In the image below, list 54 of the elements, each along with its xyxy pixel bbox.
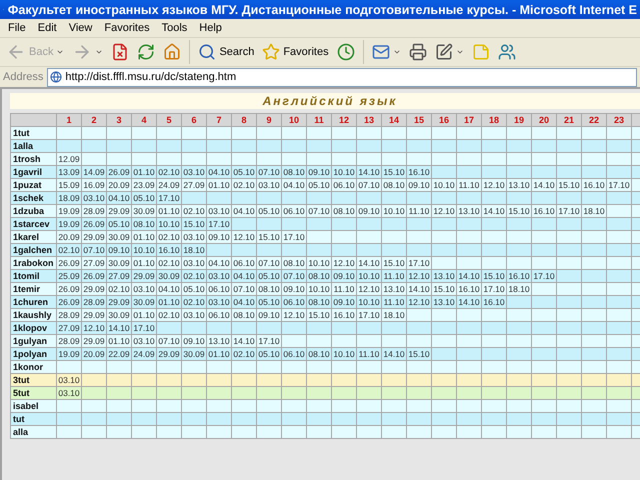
print-button[interactable] xyxy=(406,41,429,63)
mail-icon xyxy=(372,43,390,61)
menu-item[interactable]: Tools xyxy=(156,20,194,36)
column-header: 7 xyxy=(206,114,232,126)
column-header: 4 xyxy=(132,114,156,126)
caret-icon xyxy=(456,48,464,56)
column-header: 17 xyxy=(456,114,482,126)
page-heading: Английский язык xyxy=(10,93,640,109)
print-icon xyxy=(408,43,427,61)
caret-icon xyxy=(392,48,401,56)
messenger-icon xyxy=(498,43,516,61)
notes-icon xyxy=(472,43,490,61)
window-title-text: Факультет иностранных языков МГУ. Дистанционные подготовительные курсы. - Microsoft Internet E xyxy=(8,2,637,16)
favorites-button[interactable]: Favorites xyxy=(260,41,331,63)
column-header: 2 xyxy=(82,114,106,126)
favorites-icon xyxy=(262,43,280,61)
column-header: 21 xyxy=(556,114,582,126)
search-button[interactable]: Search xyxy=(196,41,256,63)
history-icon xyxy=(336,43,355,61)
column-header: 15 xyxy=(406,114,432,126)
column-header: 5 xyxy=(156,114,182,126)
column-header: 3 xyxy=(106,114,132,126)
column-header: 8 xyxy=(232,114,256,126)
column-header: 9 xyxy=(256,114,282,126)
page-icon xyxy=(50,71,62,83)
caret-icon xyxy=(95,48,104,56)
caret-icon xyxy=(56,48,64,56)
column-header: 10 xyxy=(282,114,306,126)
column-header: 18 xyxy=(482,114,506,126)
menu-item[interactable]: Favorites xyxy=(98,20,156,36)
column-header: 22 xyxy=(582,114,606,126)
row-header: alla xyxy=(10,426,56,438)
address-field[interactable]: http://dist.fffl.msu.ru/dc/stateng.htm xyxy=(47,68,637,86)
address-label: Address xyxy=(3,71,44,83)
column-header: 20 xyxy=(532,114,556,126)
menu-item[interactable]: Help xyxy=(193,20,228,36)
edit-icon xyxy=(434,43,453,61)
menu-item[interactable]: File xyxy=(2,20,32,36)
search-icon xyxy=(198,43,216,61)
column-header: 11 xyxy=(306,114,332,126)
column-header: 1 xyxy=(56,114,82,126)
column-header: 13 xyxy=(356,114,382,126)
column-header: 23 xyxy=(606,114,632,126)
column-header: 16 xyxy=(432,114,456,126)
column-header: 12 xyxy=(332,114,356,126)
refresh-icon xyxy=(137,43,156,61)
menu-item[interactable]: View xyxy=(62,20,98,36)
home-icon xyxy=(163,43,182,61)
menu-item[interactable]: Edit xyxy=(32,20,63,36)
column-header: 19 xyxy=(506,114,532,126)
column-header: 6 xyxy=(182,114,206,126)
column-header: 14 xyxy=(382,114,406,126)
stop-icon xyxy=(111,43,130,61)
corner-cell xyxy=(10,114,56,126)
